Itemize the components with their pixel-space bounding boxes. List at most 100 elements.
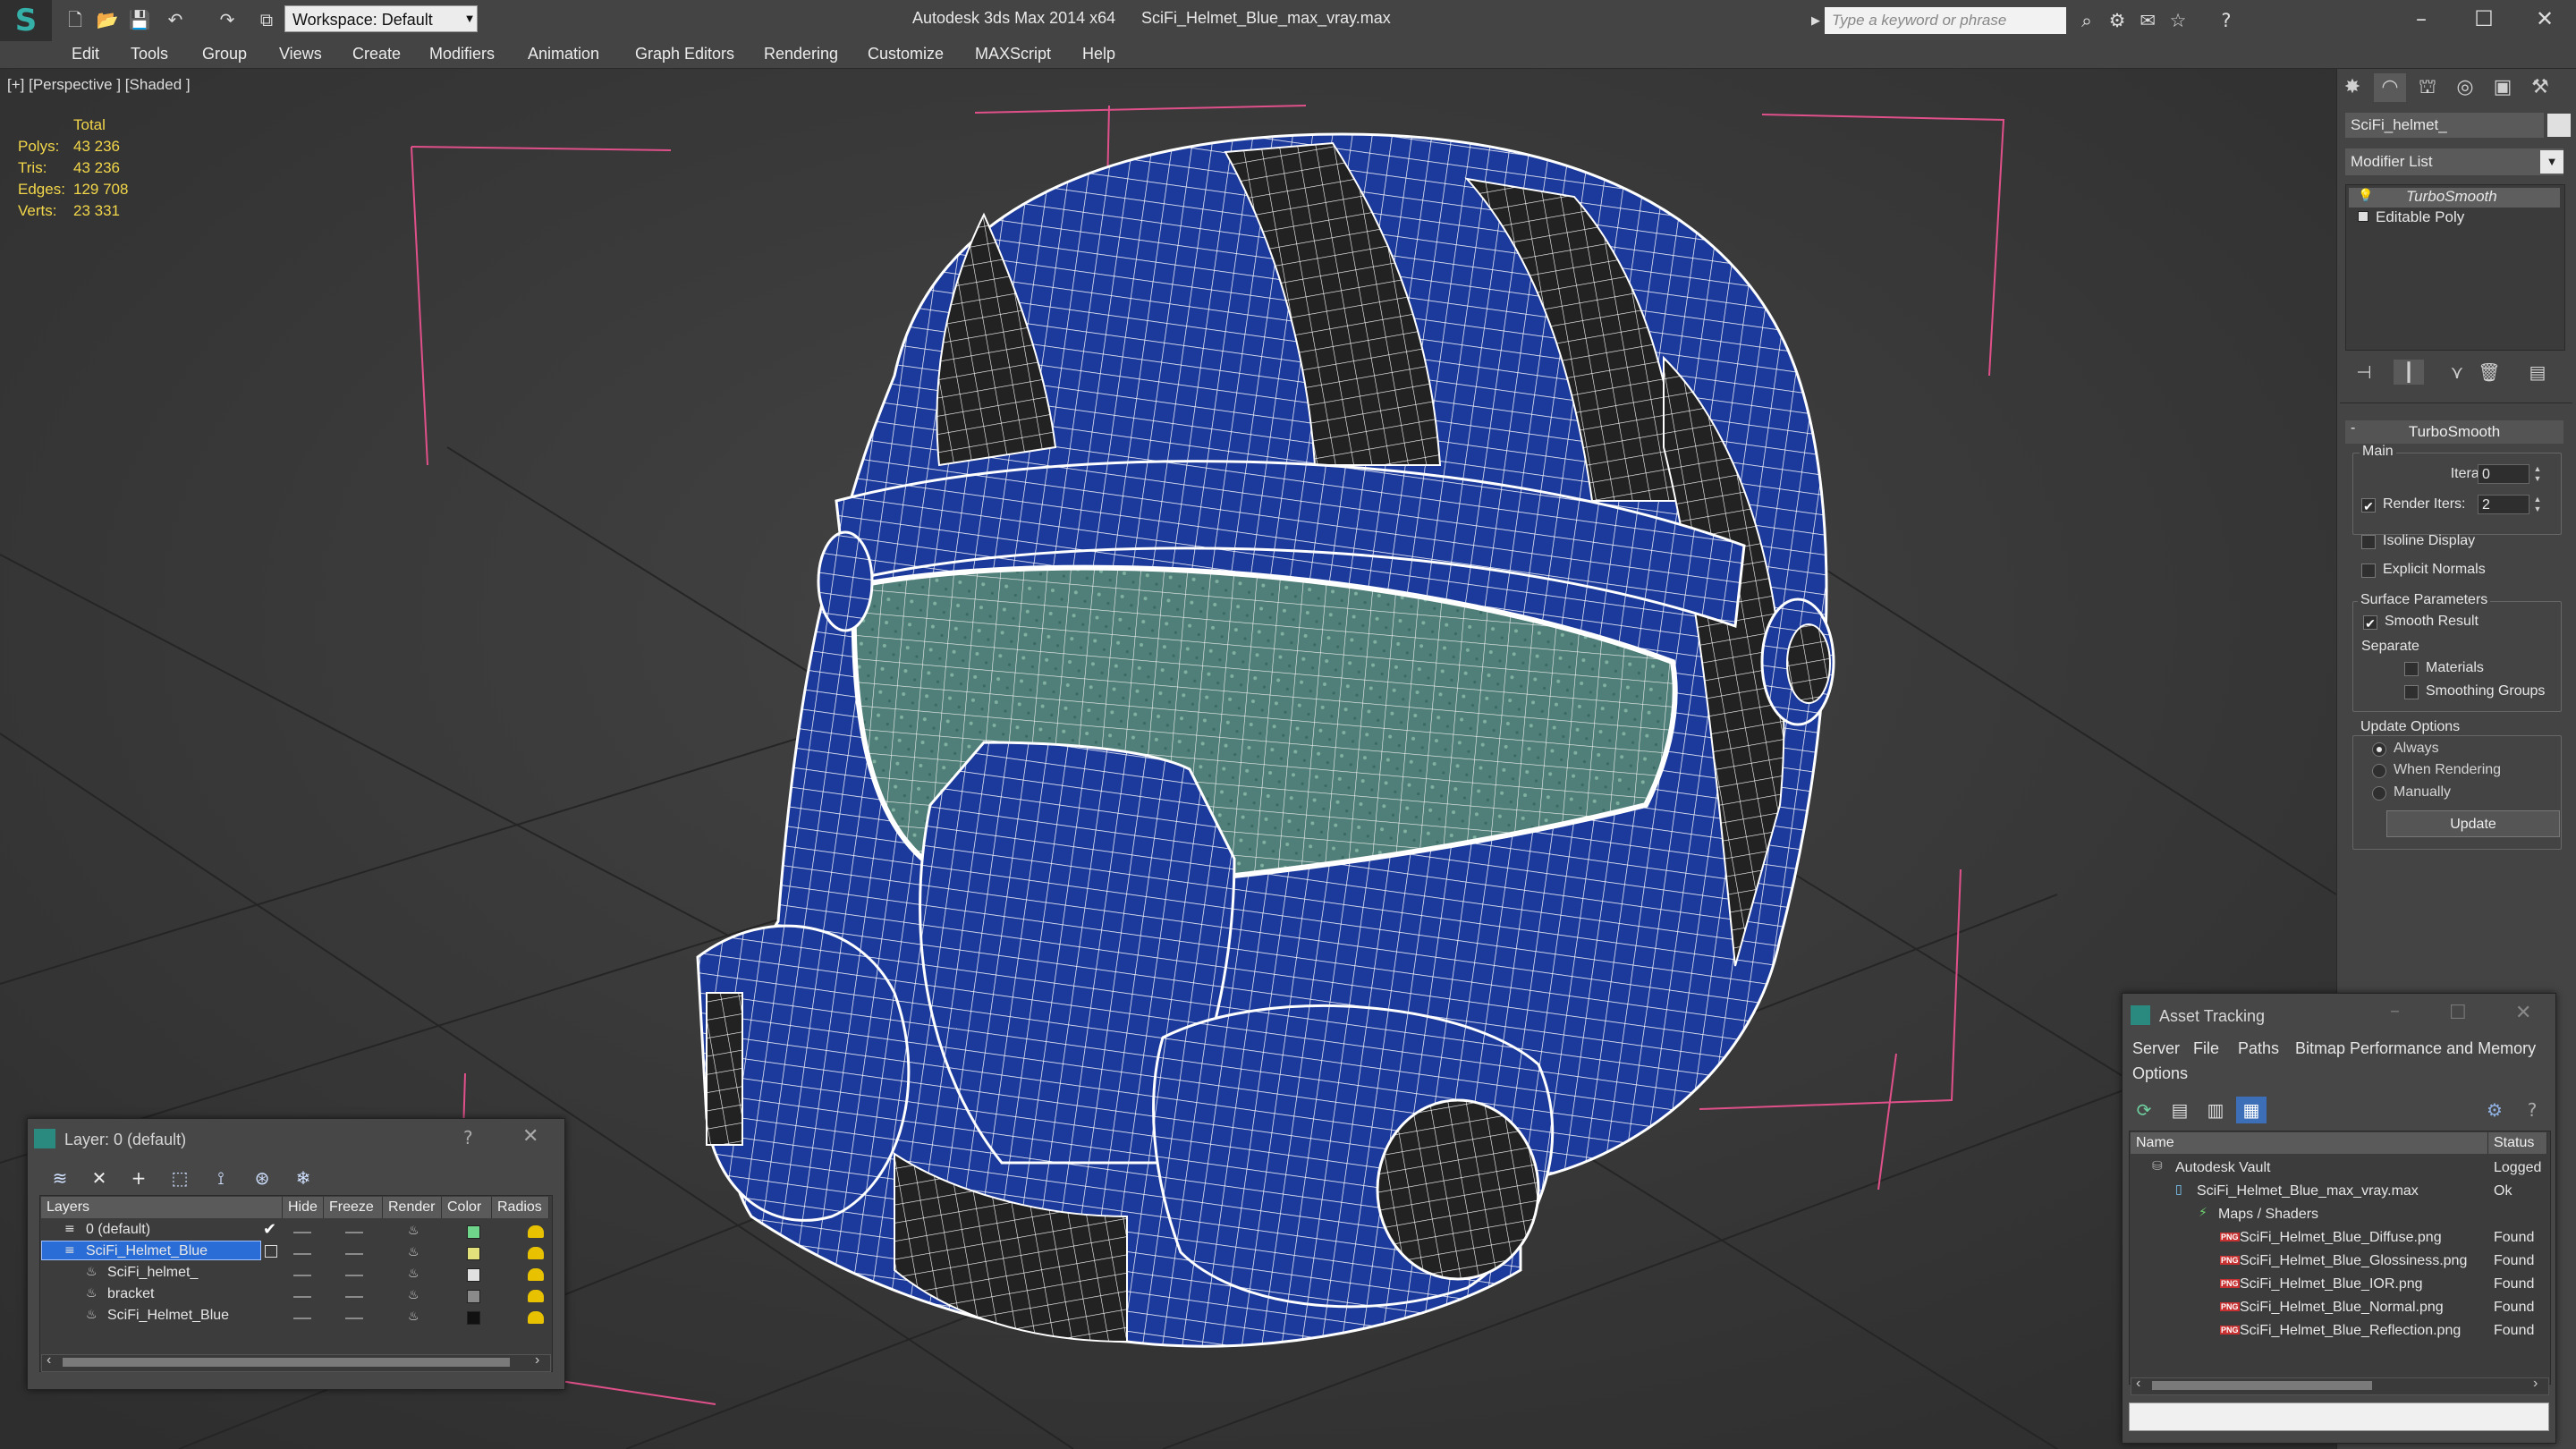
- hide-toggle[interactable]: [293, 1232, 311, 1233]
- asset-row[interactable]: Autodesk Vault: [2175, 1160, 2270, 1176]
- configure-modifier-sets-icon[interactable]: ▤: [2522, 360, 2553, 385]
- asset-status-field[interactable]: [2129, 1402, 2549, 1431]
- render-iters-spinner[interactable]: 2: [2478, 495, 2529, 514]
- hide-all-icon[interactable]: ⊛: [247, 1165, 277, 1191]
- turbosmooth-rollout-header[interactable]: TurboSmooth: [2345, 420, 2563, 444]
- project-folder-icon[interactable]: ⧉: [254, 7, 279, 32]
- asset-row[interactable]: SciFi_Helmet_Blue_Reflection.png: [2240, 1323, 2461, 1339]
- spinner-arrows-icon[interactable]: ▲ ▼: [2531, 464, 2544, 484]
- iterations-spinner[interactable]: 0: [2478, 464, 2529, 484]
- radiosity-bulb-icon[interactable]: [528, 1268, 544, 1281]
- menu-views[interactable]: Views: [279, 45, 322, 64]
- table-view-icon[interactable]: ▦: [2236, 1097, 2267, 1123]
- active-layer-check-icon[interactable]: ✔: [263, 1220, 276, 1239]
- save-icon[interactable]: 💾: [127, 7, 152, 32]
- utilities-tab-icon[interactable]: ⚒: [2524, 73, 2556, 102]
- object-color-swatch[interactable]: [2547, 114, 2571, 137]
- modifier-list-dropdown[interactable]: Modifier List: [2345, 148, 2563, 175]
- render-teapot-icon[interactable]: ♨: [408, 1224, 419, 1238]
- maximize-icon[interactable]: ☐: [2449, 1002, 2467, 1024]
- close-icon[interactable]: ✕: [522, 1125, 538, 1148]
- hide-toggle[interactable]: [293, 1275, 311, 1276]
- app-logo-icon[interactable]: S: [0, 0, 52, 41]
- create-new-layer-icon[interactable]: ≋: [45, 1165, 75, 1191]
- chevron-down-icon[interactable]: ▼: [460, 5, 479, 32]
- chevron-down-icon[interactable]: ▼: [2540, 150, 2563, 174]
- spinner-arrows-icon[interactable]: ▲ ▼: [2531, 495, 2544, 514]
- minimize-icon[interactable]: –: [2390, 0, 2453, 38]
- undo-icon[interactable]: ↶: [163, 7, 188, 32]
- radiosity-bulb-icon[interactable]: [528, 1311, 544, 1324]
- help-icon[interactable]: ?: [2517, 1097, 2547, 1123]
- render-teapot-icon[interactable]: ♨: [408, 1288, 419, 1302]
- redo-icon[interactable]: ↷: [215, 7, 240, 32]
- column-header-layers[interactable]: Layers: [41, 1197, 283, 1218]
- update-button[interactable]: Update: [2386, 810, 2560, 837]
- column-header-hide[interactable]: Hide: [283, 1197, 324, 1218]
- expand-icon[interactable]: [2358, 211, 2368, 222]
- menu-tools[interactable]: Tools: [131, 45, 168, 64]
- remove-modifier-icon[interactable]: 🗑: [2474, 360, 2504, 385]
- menu-options[interactable]: Options: [2132, 1064, 2188, 1083]
- hide-toggle[interactable]: [293, 1253, 311, 1255]
- radiosity-bulb-icon[interactable]: [528, 1290, 544, 1302]
- modify-tab-icon[interactable]: ◠: [2374, 73, 2406, 102]
- freeze-all-icon[interactable]: ❄: [288, 1165, 318, 1191]
- set-current-layer-box[interactable]: [265, 1245, 277, 1258]
- manually-radio[interactable]: [2372, 786, 2386, 801]
- close-icon[interactable]: ✕: [2513, 0, 2576, 38]
- menu-file[interactable]: File: [2193, 1039, 2219, 1058]
- refresh-icon[interactable]: ⟳: [2129, 1097, 2159, 1123]
- help-icon[interactable]: ?: [463, 1127, 473, 1148]
- collapse-icon[interactable]: -: [2351, 420, 2355, 436]
- hide-toggle[interactable]: [293, 1318, 311, 1319]
- layer-color-swatch[interactable]: [467, 1311, 480, 1325]
- favorites-star-icon[interactable]: ☆: [2165, 7, 2191, 34]
- render-iters-checkbox[interactable]: ✔: [2361, 498, 2376, 513]
- motion-tab-icon[interactable]: ◎: [2449, 73, 2481, 102]
- menu-customize[interactable]: Customize: [868, 45, 944, 64]
- menu-modifiers[interactable]: Modifiers: [429, 45, 495, 64]
- make-unique-icon[interactable]: ⋎: [2442, 360, 2472, 385]
- create-tab-icon[interactable]: ✸: [2336, 73, 2368, 102]
- server-login-icon[interactable]: ⚙: [2479, 1097, 2510, 1123]
- freeze-toggle[interactable]: [345, 1275, 363, 1276]
- asset-row[interactable]: SciFi_Helmet_Blue_Normal.png: [2240, 1300, 2444, 1316]
- column-header-color[interactable]: Color: [442, 1197, 492, 1218]
- column-header-radiosity[interactable]: Radios: [492, 1197, 549, 1218]
- asset-row[interactable]: SciFi_Helmet_Blue_max_vray.max: [2197, 1183, 2419, 1199]
- menu-help[interactable]: Help: [1082, 45, 1115, 64]
- object-name-field[interactable]: SciFi_helmet_: [2345, 113, 2544, 138]
- menu-paths[interactable]: Paths: [2238, 1039, 2279, 1058]
- freeze-toggle[interactable]: [345, 1296, 363, 1298]
- layer-color-swatch[interactable]: [467, 1247, 480, 1260]
- always-radio[interactable]: [2372, 742, 2386, 757]
- new-file-icon[interactable]: 🗋: [63, 7, 88, 32]
- render-teapot-icon[interactable]: ♨: [408, 1245, 419, 1259]
- object-row[interactable]: SciFi_Helmet_Blue: [107, 1308, 229, 1324]
- layer-color-swatch[interactable]: [467, 1290, 480, 1303]
- pin-stack-icon[interactable]: ⊣: [2349, 360, 2379, 385]
- radiosity-bulb-icon[interactable]: [528, 1247, 544, 1259]
- smooth-result-checkbox[interactable]: ✔: [2363, 615, 2377, 631]
- column-header-name[interactable]: Name: [2131, 1132, 2488, 1154]
- search-input[interactable]: Type a keyword or phrase: [1825, 7, 2066, 34]
- close-icon[interactable]: ✕: [2515, 1002, 2531, 1024]
- help-icon[interactable]: ?: [2213, 7, 2240, 34]
- stack-item-turbosmooth[interactable]: TurboSmooth: [2406, 188, 2497, 206]
- bulb-icon[interactable]: 💡: [2358, 188, 2373, 203]
- hide-toggle[interactable]: [293, 1296, 311, 1298]
- asset-row[interactable]: SciFi_Helmet_Blue_Glossiness.png: [2240, 1253, 2467, 1269]
- list-view-icon[interactable]: ▤: [2165, 1097, 2195, 1123]
- layer-row[interactable]: SciFi_Helmet_Blue: [86, 1243, 208, 1259]
- radiosity-bulb-icon[interactable]: [528, 1225, 544, 1238]
- workspace-dropdown[interactable]: Workspace: Default: [284, 5, 478, 32]
- hierarchy-tab-icon[interactable]: ⛫: [2411, 73, 2444, 102]
- menu-server[interactable]: Server: [2132, 1039, 2180, 1058]
- layer-color-swatch[interactable]: [467, 1225, 480, 1239]
- smoothing-groups-checkbox[interactable]: [2404, 685, 2419, 699]
- scroll-left-icon[interactable]: ‹: [47, 1352, 51, 1368]
- menu-edit[interactable]: Edit: [72, 45, 99, 64]
- highlight-layer-icon[interactable]: ⟟: [206, 1165, 236, 1191]
- minimize-icon[interactable]: –: [2390, 1000, 2400, 1022]
